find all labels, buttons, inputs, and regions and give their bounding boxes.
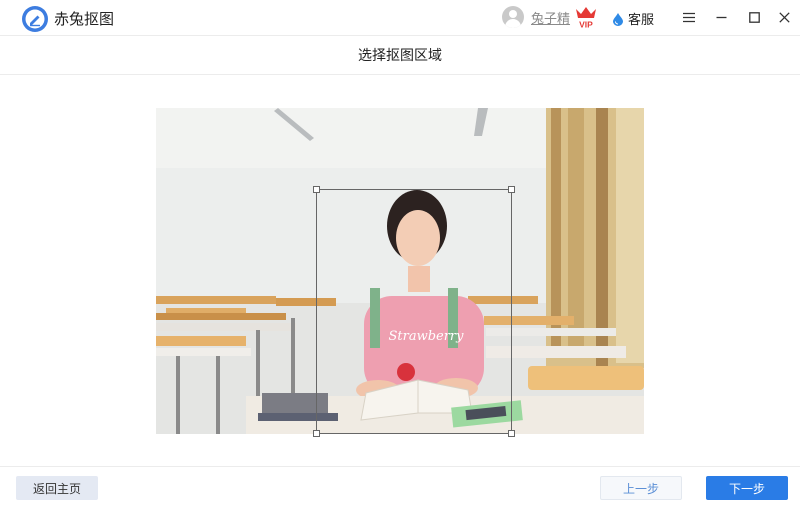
page-title: 选择抠图区域	[358, 48, 442, 64]
maximize-icon[interactable]	[746, 9, 762, 25]
step-header: 选择抠图区域	[0, 36, 800, 75]
menu-icon[interactable]	[681, 9, 697, 25]
vip-crown-icon[interactable]: VIP	[574, 5, 598, 29]
close-icon[interactable]	[776, 9, 792, 25]
username-link[interactable]: 兔子精	[531, 8, 570, 27]
service-button[interactable]: 客服	[612, 9, 654, 28]
user-account[interactable]: 兔子精	[502, 6, 570, 28]
vip-badge-text: VIP	[579, 20, 593, 30]
next-step-button[interactable]: 下一步	[706, 476, 788, 500]
service-label: 客服	[628, 13, 655, 28]
crop-handle-bottom-left[interactable]	[313, 430, 320, 437]
app-window: 赤兔抠图 兔子精 VIP 客服 选择抠图区域 Strawberry 返回主页 上…	[0, 0, 800, 508]
app-title: 赤兔抠图	[54, 10, 115, 28]
app-logo-icon	[22, 6, 48, 32]
crop-handle-bottom-right[interactable]	[508, 430, 515, 437]
avatar-icon	[502, 6, 524, 28]
previous-step-button[interactable]: 上一步	[600, 476, 682, 500]
minimize-icon[interactable]	[713, 9, 729, 25]
service-drop-icon	[613, 12, 623, 26]
crop-selection-box[interactable]	[313, 186, 515, 437]
title-bar: 赤兔抠图 兔子精 VIP 客服	[0, 0, 800, 36]
crop-handle-top-right[interactable]	[508, 186, 515, 193]
back-home-button[interactable]: 返回主页	[16, 476, 98, 500]
crop-handle-top-left[interactable]	[313, 186, 320, 193]
